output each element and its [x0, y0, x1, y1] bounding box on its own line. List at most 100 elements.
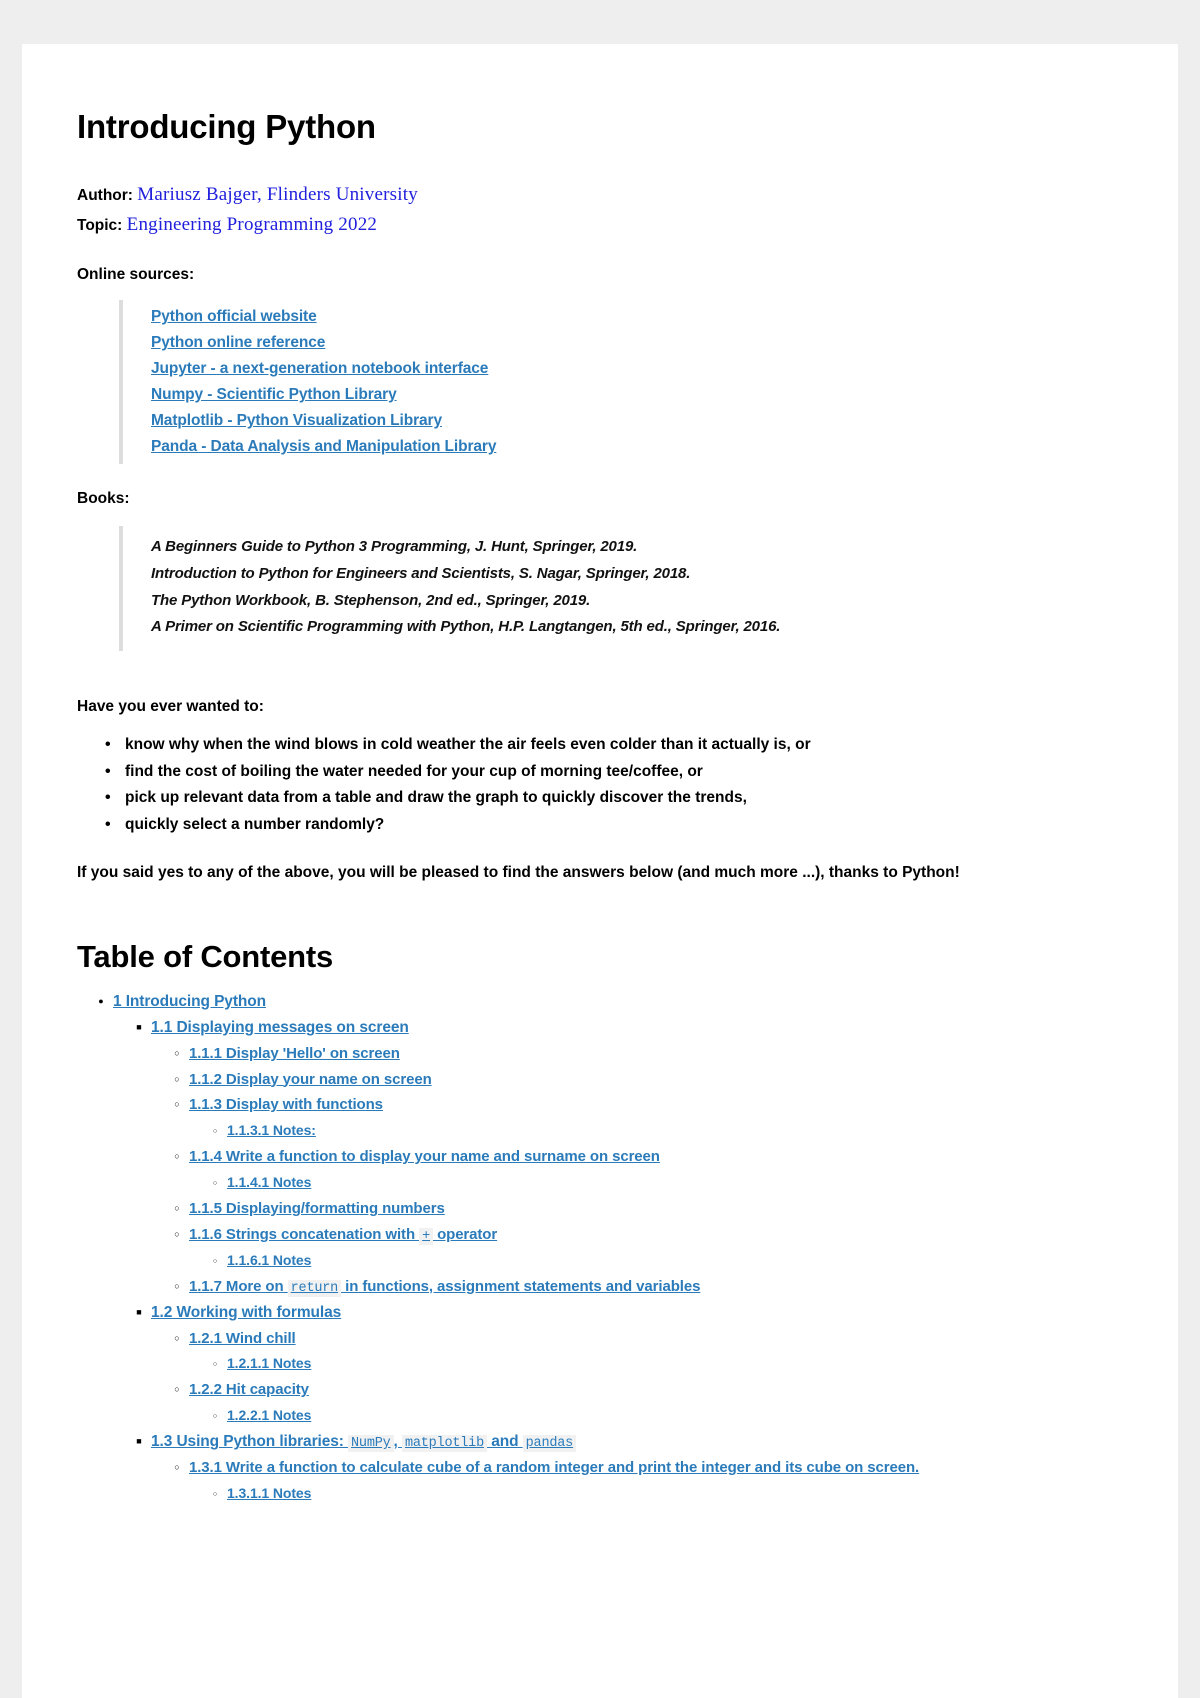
bullet-circle-icon — [171, 1326, 183, 1347]
topic-line: Topic: Engineering Programming 2022 — [77, 210, 1118, 240]
question-text: find the cost of boiling the water neede… — [125, 762, 703, 780]
toc-item-1-2-1-1: 1.2.1.1 Notes — [227, 1351, 1118, 1377]
question-text: pick up relevant data from a table and d… — [125, 789, 747, 807]
toc-link-1-1-6-1[interactable]: 1.1.6.1 Notes — [227, 1252, 311, 1268]
bullet-circle-icon — [171, 1067, 183, 1088]
bullet-circle-small-icon — [209, 1481, 221, 1502]
toc-item-1-2-2-1: 1.2.2.1 Notes — [227, 1403, 1118, 1429]
toc-text: and — [486, 1433, 523, 1451]
bullet-circle-icon — [171, 1144, 183, 1165]
author-label: Author: — [77, 186, 133, 204]
author-line: Author: Mariusz Bajger, Flinders Univers… — [77, 180, 1118, 210]
toc-text: , — [393, 1433, 402, 1451]
table-of-contents: 1 Introducing Python 1.1 Displaying mess… — [77, 989, 1118, 1507]
toc-link-1-2-2[interactable]: 1.2.2 Hit capacity — [189, 1381, 309, 1398]
book-citation: A Beginners Guide to Python 3 Programmin… — [151, 538, 638, 556]
toc-text: operator — [433, 1225, 498, 1243]
toc-link-1-1-6[interactable]: 1.1.6 Strings concatenation with + opera… — [189, 1225, 498, 1245]
bullet-circle-small-icon — [209, 1170, 221, 1191]
code-pandas: pandas — [522, 1435, 577, 1453]
toc-link-1-1-1[interactable]: 1.1.1 Display 'Hello' on screen — [189, 1045, 400, 1062]
toc-sublist-1-3-1: 1.3.1.1 Notes — [189, 1481, 1118, 1507]
toc-item-1-1-3-1: 1.1.3.1 Notes: — [227, 1118, 1118, 1144]
toc-link-1-1-4[interactable]: 1.1.4 Write a function to display your n… — [189, 1148, 660, 1165]
online-sources-label: Online sources: — [77, 265, 195, 283]
toc-sublist-1-3: 1.3.1 Write a function to calculate cube… — [151, 1455, 1118, 1507]
toc-link-1-3[interactable]: 1.3 Using Python libraries: NumPy, matpl… — [151, 1433, 577, 1453]
toc-item-1-1-4-1: 1.1.4.1 Notes — [227, 1170, 1118, 1196]
code-return-keyword: return — [287, 1279, 342, 1297]
toc-link-1-1-3[interactable]: 1.1.3 Display with functions — [189, 1096, 383, 1113]
bullet-square-icon — [133, 1015, 145, 1036]
questions-list: know why when the wind blows in cold wea… — [77, 731, 1118, 839]
toc-text: in functions, assignment statements and … — [341, 1277, 701, 1295]
intro-question: Have you ever wanted to: — [77, 697, 264, 715]
link-jupyter[interactable]: Jupyter - a next-generation notebook int… — [151, 356, 1118, 382]
link-python-official-website[interactable]: Python official website — [151, 304, 1118, 330]
link-matplotlib[interactable]: Matplotlib - Python Visualization Librar… — [151, 408, 1118, 434]
topic-value: Engineering Programming 2022 — [126, 213, 378, 235]
bullet-disc-icon — [95, 989, 107, 1010]
toc-link-1-2-1-1[interactable]: 1.2.1.1 Notes — [227, 1355, 311, 1371]
question-text: know why when the wind blows in cold wea… — [125, 736, 811, 754]
toc-heading: Table of Contents — [77, 938, 334, 974]
bullet-circle-icon — [171, 1377, 183, 1398]
bullet-circle-icon — [171, 1092, 183, 1113]
toc-item-1-1-7: 1.1.7 More on return in functions, assig… — [189, 1274, 1118, 1300]
question-text: quickly select a number randomly? — [125, 816, 385, 834]
book-citation: Introduction to Python for Engineers and… — [151, 564, 691, 582]
toc-sublist-1-1: 1.1.1 Display 'Hello' on screen 1.1.2 Di… — [151, 1041, 1118, 1300]
book-citation: A Primer on Scientific Programming with … — [151, 618, 781, 636]
toc-item-chapter-1: 1 Introducing Python 1.1 Displaying mess… — [113, 989, 1118, 1507]
list-item: quickly select a number randomly? — [105, 811, 1118, 839]
toc-item-1-3-1-1: 1.3.1.1 Notes — [227, 1481, 1118, 1507]
bullet-circle-icon — [171, 1041, 183, 1062]
toc-text: 1.1.7 More on — [189, 1277, 288, 1295]
toc-link-1-3-1[interactable]: 1.3.1 Write a function to calculate cube… — [189, 1459, 919, 1476]
link-panda[interactable]: Panda - Data Analysis and Manipulation L… — [151, 434, 1118, 460]
toc-item-1-1-4: 1.1.4 Write a function to display your n… — [189, 1144, 1118, 1196]
toc-link-1-1-7[interactable]: 1.1.7 More on return in functions, assig… — [189, 1277, 701, 1297]
toc-item-1-3-1: 1.3.1 Write a function to calculate cube… — [189, 1455, 1118, 1507]
closing-paragraph: If you said yes to any of the above, you… — [77, 863, 960, 881]
toc-link-1-2-1[interactable]: 1.2.1 Wind chill — [189, 1330, 296, 1347]
bullet-square-icon — [133, 1429, 145, 1450]
bullet-circle-small-icon — [209, 1248, 221, 1269]
toc-item-1-2-2: 1.2.2 Hit capacity 1.2.2.1 Notes — [189, 1377, 1118, 1429]
toc-sublist-1: 1.1 Displaying messages on screen 1.1.1 … — [113, 1015, 1118, 1507]
toc-text: 1.3 Using Python libraries: — [151, 1433, 349, 1451]
toc-sublist-1-2-2: 1.2.2.1 Notes — [189, 1403, 1118, 1429]
toc-link-1-2-2-1[interactable]: 1.2.2.1 Notes — [227, 1407, 311, 1423]
toc-link-1-2[interactable]: 1.2 Working with formulas — [151, 1304, 341, 1321]
online-sources-block: Python official website Python online re… — [119, 299, 1118, 465]
code-numpy: NumPy — [348, 1435, 394, 1453]
bullet-circle-small-icon — [209, 1351, 221, 1372]
toc-item-1-1-1: 1.1.1 Display 'Hello' on screen — [189, 1041, 1118, 1067]
toc-sublist-1-1-3: 1.1.3.1 Notes: — [189, 1118, 1118, 1144]
link-python-online-reference[interactable]: Python online reference — [151, 330, 1118, 356]
toc-link-1-1-3-1[interactable]: 1.1.3.1 Notes: — [227, 1122, 316, 1138]
bullet-circle-small-icon — [209, 1118, 221, 1139]
code-plus-operator: + — [419, 1227, 433, 1245]
toc-item-1-1-5: 1.1.5 Displaying/formatting numbers — [189, 1196, 1118, 1222]
author-value: Mariusz Bajger, Flinders University — [137, 183, 418, 205]
toc-sublist-1-2-1: 1.2.1.1 Notes — [189, 1351, 1118, 1377]
bullet-circle-icon — [171, 1222, 183, 1243]
bullet-circle-small-icon — [209, 1403, 221, 1424]
toc-sublist-1-1-6: 1.1.6.1 Notes — [189, 1248, 1118, 1274]
toc-item-1-3: 1.3 Using Python libraries: NumPy, matpl… — [151, 1429, 1118, 1507]
bullet-circle-icon — [171, 1196, 183, 1217]
toc-link-1[interactable]: 1 Introducing Python — [113, 993, 266, 1010]
link-numpy[interactable]: Numpy - Scientific Python Library — [151, 382, 1118, 408]
list-item: pick up relevant data from a table and d… — [105, 784, 1118, 812]
list-item: find the cost of boiling the water neede… — [105, 758, 1118, 786]
toc-item-1-1: 1.1 Displaying messages on screen 1.1.1 … — [151, 1015, 1118, 1300]
toc-link-1-1-4-1[interactable]: 1.1.4.1 Notes — [227, 1174, 311, 1190]
toc-item-1-2: 1.2 Working with formulas 1.2.1 Wind chi… — [151, 1300, 1118, 1430]
toc-link-1-1-5[interactable]: 1.1.5 Displaying/formatting numbers — [189, 1200, 445, 1217]
toc-item-1-1-3: 1.1.3 Display with functions 1.1.3.1 Not… — [189, 1092, 1118, 1144]
toc-link-1-1-2[interactable]: 1.1.2 Display your name on screen — [189, 1071, 432, 1088]
toc-link-1-3-1-1[interactable]: 1.3.1.1 Notes — [227, 1485, 311, 1501]
books-label: Books: — [77, 490, 130, 508]
toc-link-1-1[interactable]: 1.1 Displaying messages on screen — [151, 1019, 409, 1036]
